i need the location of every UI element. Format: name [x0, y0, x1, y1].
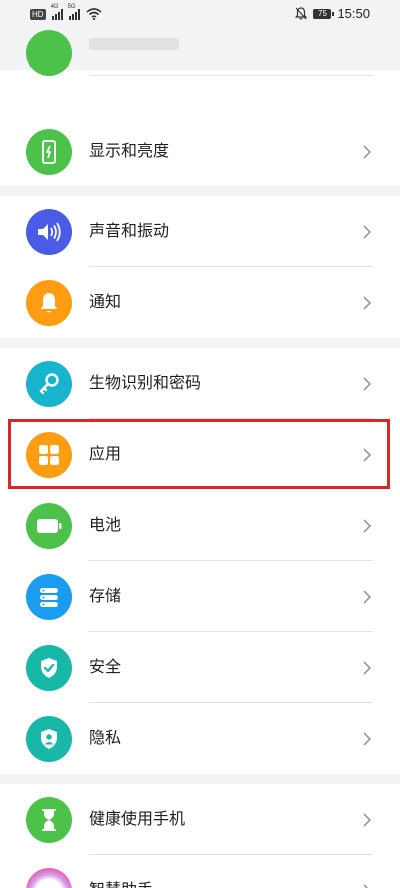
signal-2-tag: 5G	[67, 3, 76, 10]
battery-icon	[26, 503, 72, 549]
clock: 15:50	[337, 6, 370, 21]
storage-icon	[26, 574, 72, 620]
settings-row-label: 电池	[89, 515, 122, 534]
hd-badge: HD	[30, 8, 46, 20]
chevron-right-icon	[363, 813, 372, 827]
settings-row-label: 应用	[89, 444, 122, 463]
settings-row-privacy[interactable]: 隐私	[0, 703, 400, 774]
settings-row-label: 显示和亮度	[89, 141, 170, 160]
settings-group-sound: 声音和振动 通知	[0, 196, 400, 338]
speaker-icon	[26, 209, 72, 255]
chevron-right-icon	[363, 448, 372, 462]
settings-row-security[interactable]: 安全	[0, 632, 400, 703]
display-icon	[26, 129, 72, 175]
settings-row-label: 通知	[89, 292, 122, 311]
chevron-right-icon	[363, 661, 372, 675]
hourglass-icon	[26, 797, 72, 843]
settings-row-label: 健康使用手机	[89, 809, 186, 828]
chevron-right-icon	[363, 377, 372, 391]
bell-icon	[26, 280, 72, 326]
signal-icon-2: 5G	[68, 4, 80, 20]
chevron-right-icon	[363, 225, 372, 239]
shield-check-icon	[26, 645, 72, 691]
settings-row-assistant[interactable]: 智慧助手	[0, 855, 400, 888]
privacy-shield-icon	[26, 716, 72, 762]
settings-row-label: 智慧助手	[89, 879, 153, 888]
chevron-right-icon	[363, 732, 372, 746]
assistant-icon	[26, 868, 72, 888]
wifi-icon	[86, 8, 102, 20]
settings-group-display: 显示和亮度	[0, 30, 400, 187]
status-left: HD 4G 5G	[30, 4, 102, 20]
partial-row-label	[89, 38, 179, 50]
settings-row-label: 生物识别和密码	[89, 373, 202, 392]
bell-mute-icon	[295, 7, 308, 20]
settings-row-label: 存储	[89, 586, 122, 605]
settings-group-wellbeing: 健康使用手机 智慧助手	[0, 784, 400, 888]
settings-row-label: 隐私	[89, 728, 122, 747]
chevron-right-icon	[363, 884, 369, 888]
battery-indicator: 75	[313, 8, 335, 19]
status-bar: HD 4G 5G 75 15:50	[0, 0, 400, 30]
status-right: 75 15:50	[295, 6, 370, 21]
partial-row-icon	[26, 30, 72, 76]
settings-row-battery[interactable]: 电池	[0, 490, 400, 561]
apps-grid-icon	[26, 432, 72, 478]
settings-row-notifications[interactable]: 通知	[0, 267, 400, 338]
chevron-right-icon	[363, 145, 372, 159]
settings-row-biometrics[interactable]: 生物识别和密码	[0, 348, 400, 419]
signal-icon-1: 4G	[51, 4, 63, 20]
row-divider	[89, 75, 373, 76]
chevron-right-icon	[363, 590, 372, 604]
settings-group-main: 生物识别和密码 应用 电池 存储 安全 隐私	[0, 348, 400, 774]
settings-row-display[interactable]: 显示和亮度	[0, 116, 400, 187]
settings-row-label: 声音和振动	[89, 221, 170, 240]
settings-row-sound[interactable]: 声音和振动	[0, 196, 400, 267]
settings-row-digital-balance[interactable]: 健康使用手机	[0, 784, 400, 855]
signal-1-tag: 4G	[50, 3, 59, 10]
settings-row-storage[interactable]: 存储	[0, 561, 400, 632]
settings-row-apps[interactable]: 应用	[0, 419, 400, 490]
chevron-right-icon	[363, 296, 372, 310]
settings-row-label: 安全	[89, 657, 122, 676]
chevron-right-icon	[363, 519, 372, 533]
settings-row-partial[interactable]	[0, 30, 400, 76]
key-icon	[26, 361, 72, 407]
